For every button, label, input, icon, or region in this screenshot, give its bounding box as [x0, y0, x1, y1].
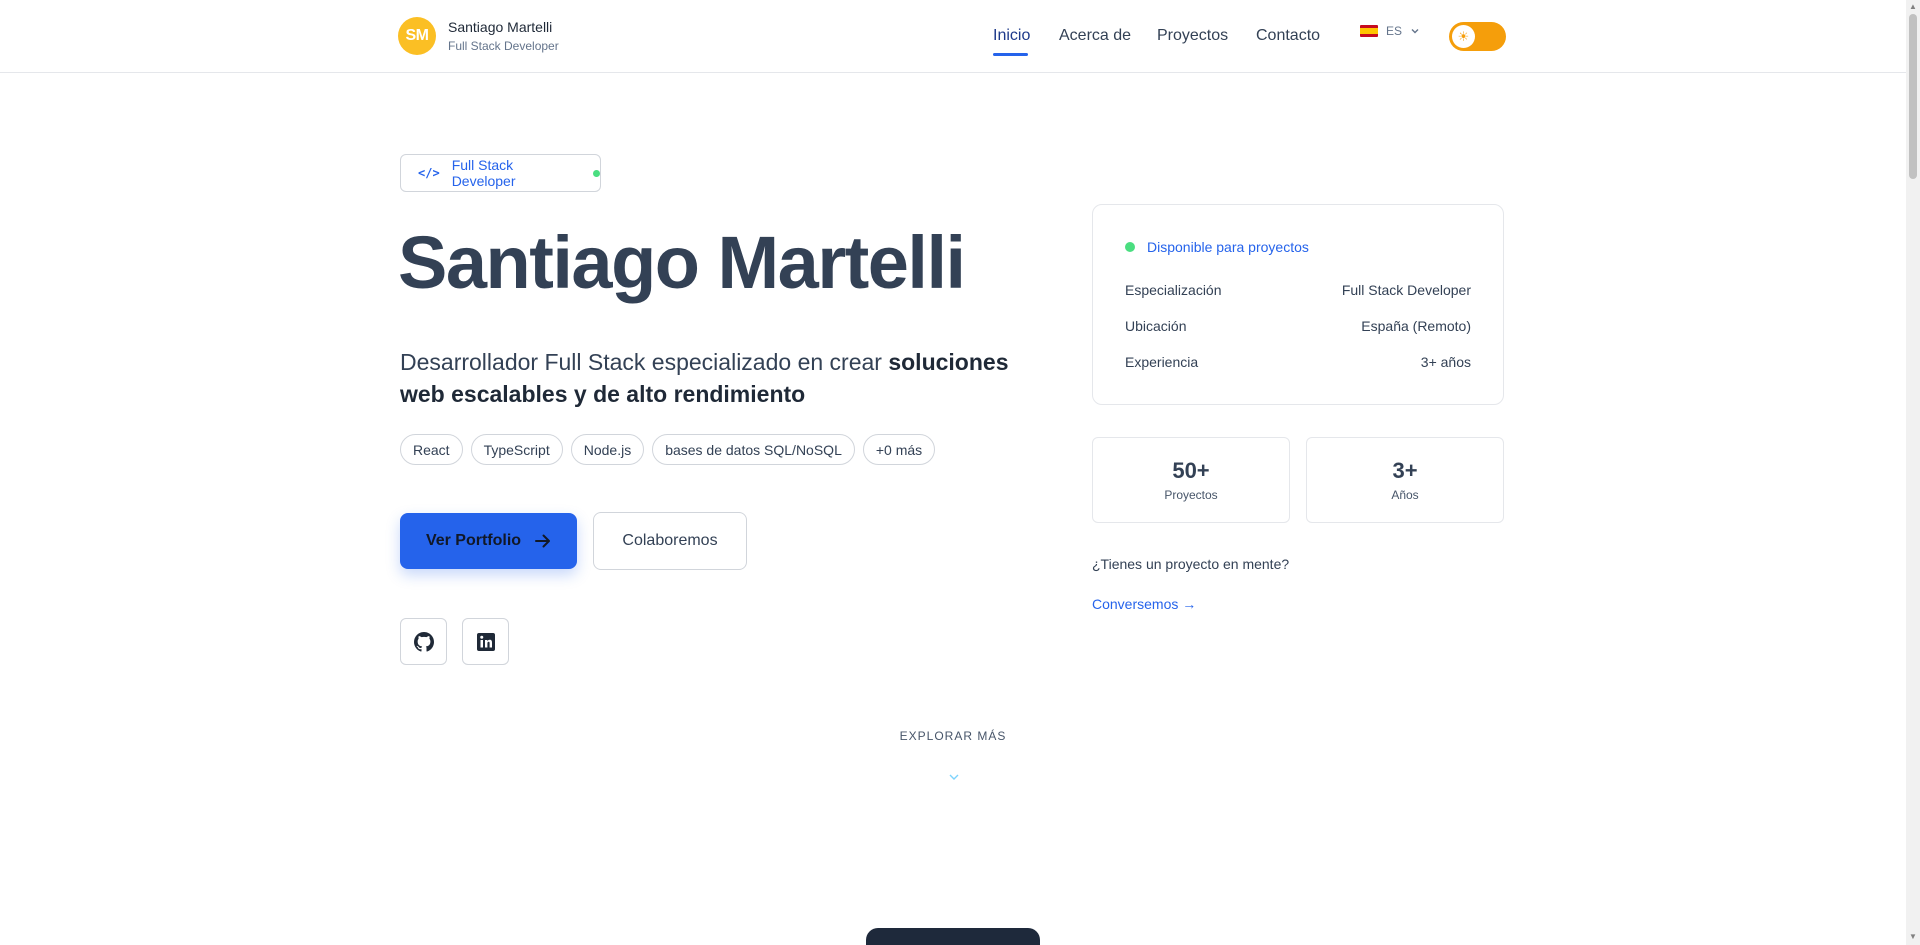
info-row-value: Full Stack Developer	[1341, 282, 1471, 298]
role-badge-label: Full Stack Developer	[451, 157, 516, 189]
collaborate-label: Colaboremos	[622, 532, 718, 549]
explore-more-label: EXPLORAR MÁS	[899, 729, 1007, 743]
site-header: SM Santiago Martelli Full Stack Develope…	[0, 0, 1906, 73]
stat-years: 3+ Años	[1306, 437, 1504, 523]
linkedin-icon	[476, 632, 495, 651]
stat-projects: 50+ Proyectos	[1092, 437, 1290, 523]
chevron-down-icon	[1411, 29, 1419, 34]
stat-label: Proyectos	[1164, 488, 1218, 502]
nav-item-contacto[interactable]: Contacto	[1256, 27, 1320, 45]
info-row-label: Experiencia	[1125, 354, 1199, 370]
availability-dot	[1125, 242, 1135, 252]
collaborate-button[interactable]: Colaboremos	[593, 512, 747, 570]
nav-item-inicio[interactable]: Inicio	[993, 27, 1030, 45]
skill-chips: React TypeScript Node.js bases de datos …	[400, 434, 936, 465]
nav-active-indicator	[993, 53, 1028, 56]
code-icon: </>	[418, 166, 440, 180]
skill-chip: React	[400, 434, 463, 465]
arrow-right-icon	[535, 534, 551, 548]
github-icon	[413, 631, 434, 652]
theme-toggle[interactable]: ☀	[1449, 22, 1506, 51]
stat-label: Años	[1391, 488, 1419, 502]
language-selector[interactable]: ES	[1360, 24, 1420, 38]
availability-label: Disponible para proyectos	[1147, 239, 1309, 255]
info-card: Disponible para proyectos Especializació…	[1092, 204, 1504, 405]
nav-item-proyectos[interactable]: Proyectos	[1157, 27, 1228, 45]
terminal-preview	[866, 928, 1040, 945]
view-portfolio-button[interactable]: Ver Portfolio	[400, 513, 577, 569]
skill-chip: bases de datos SQL/NoSQL	[652, 434, 855, 465]
hero-description: Desarrollador Full Stack especializado e…	[400, 346, 1040, 410]
stat-number: 50+	[1172, 458, 1210, 483]
info-row: Ubicación España (Remoto)	[1125, 318, 1471, 334]
stat-number: 3+	[1392, 458, 1418, 483]
spain-flag-icon	[1360, 25, 1378, 37]
scroll-up-arrow-icon[interactable]: ▲	[1909, 2, 1917, 12]
skill-chip: TypeScript	[470, 434, 563, 465]
info-row: Experiencia 3+ años	[1125, 354, 1471, 370]
more-skills-chip[interactable]: +0 más	[862, 434, 936, 465]
nav-item-acerca-de[interactable]: Acerca de	[1059, 27, 1131, 45]
scrollbar[interactable]: ▲ ▼	[1906, 0, 1920, 945]
cta-question: ¿Tienes un proyecto en mente?	[1092, 556, 1290, 572]
availability-status: Disponible para proyectos	[1125, 239, 1309, 255]
hero-description-text: Desarrollador Full Stack especializado e…	[400, 349, 889, 375]
brand-name[interactable]: Santiago Martelli	[448, 19, 552, 35]
info-row-value: 3+ años	[1420, 354, 1471, 370]
conversemos-link[interactable]: Conversemos →	[1092, 596, 1196, 612]
sun-icon: ☀	[1452, 25, 1475, 48]
scroll-down-arrow-icon[interactable]: ▼	[1909, 932, 1917, 942]
info-row-label: Ubicación	[1125, 318, 1187, 334]
linkedin-link[interactable]	[462, 618, 509, 665]
scrollbar-thumb[interactable]	[1909, 14, 1917, 179]
brand-role: Full Stack Developer	[448, 39, 559, 53]
logo-avatar[interactable]: SM	[398, 17, 436, 55]
role-badge: </> Full Stack Developer	[400, 154, 601, 192]
language-code: ES	[1386, 24, 1403, 38]
info-row-value: España (Remoto)	[1361, 318, 1471, 334]
view-portfolio-label: Ver Portfolio	[425, 532, 522, 549]
status-dot	[593, 169, 600, 177]
hero-title: Santiago Martelli	[398, 221, 966, 304]
info-row-label: Especialización	[1125, 282, 1222, 298]
info-row: Especialización Full Stack Developer	[1125, 282, 1471, 298]
github-link[interactable]	[400, 618, 447, 665]
chevron-down-icon[interactable]	[948, 772, 960, 782]
skill-chip: Node.js	[570, 434, 645, 465]
